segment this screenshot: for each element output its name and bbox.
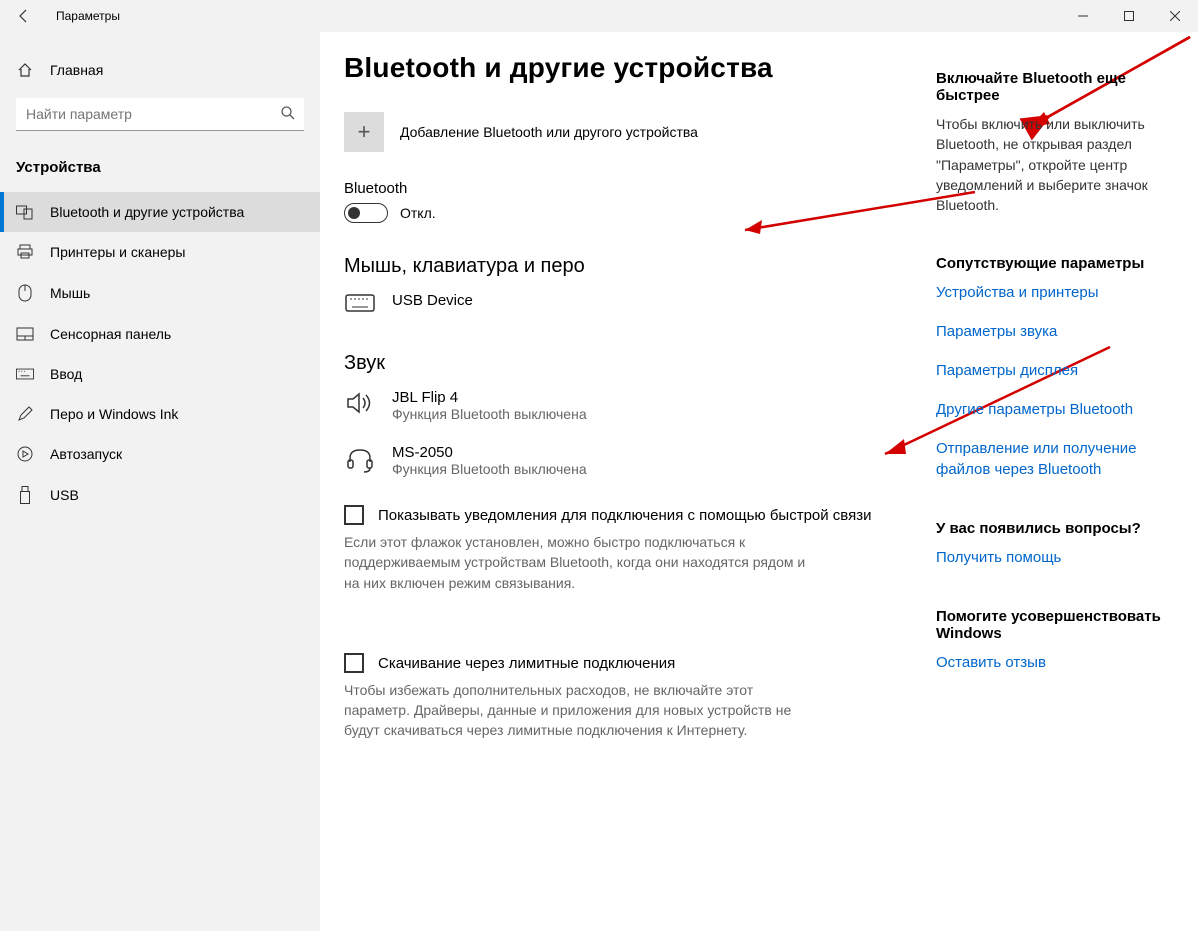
autoplay-icon <box>16 446 34 462</box>
nav-label: Сенсорная панель <box>50 326 171 342</box>
devices-icon <box>16 204 34 220</box>
nav-label: Мышь <box>50 285 90 301</box>
link-more-bluetooth[interactable]: Другие параметры Bluetooth <box>936 399 1180 420</box>
sidebar-item-autoplay[interactable]: Автозапуск <box>0 434 320 474</box>
swift-pair-label: Показывать уведомления для подключения с… <box>378 505 872 526</box>
link-feedback[interactable]: Оставить отзыв <box>936 652 1180 673</box>
device-status: Функция Bluetooth выключена <box>392 406 587 422</box>
sidebar-item-touchpad[interactable]: Сенсорная панель <box>0 314 320 354</box>
sidebar-item-typing[interactable]: Ввод <box>0 354 320 394</box>
questions-heading: У вас появились вопросы? <box>936 520 1180 537</box>
device-name: MS-2050 <box>392 444 587 461</box>
bluetooth-label: Bluetooth <box>344 180 904 197</box>
sidebar-item-usb[interactable]: USB <box>0 474 320 516</box>
sidebar-item-bluetooth[interactable]: Bluetooth и другие устройства <box>0 192 320 232</box>
usb-icon <box>16 486 34 504</box>
swift-pair-help: Если этот флажок установлен, можно быстр… <box>344 532 814 593</box>
keyboard-device-icon <box>344 292 376 312</box>
sidebar-item-mouse[interactable]: Мышь <box>0 272 320 314</box>
device-item[interactable]: JBL Flip 4 Функция Bluetooth выключена <box>344 389 904 422</box>
section-sound-heading: Звук <box>344 352 904 375</box>
device-item[interactable]: USB Device <box>344 292 904 312</box>
printer-icon <box>16 244 34 260</box>
bluetooth-toggle[interactable] <box>344 203 388 223</box>
category-header: Устройства <box>0 151 320 192</box>
close-icon <box>1170 11 1180 21</box>
arrow-left-icon <box>16 8 32 24</box>
nav-label: Bluetooth и другие устройства <box>50 204 244 220</box>
metered-label: Скачивание через лимитные подключения <box>378 653 675 674</box>
link-display[interactable]: Параметры дисплея <box>936 360 1180 381</box>
speaker-icon <box>344 389 376 415</box>
minimize-button[interactable] <box>1060 0 1106 32</box>
add-device-label: Добавление Bluetooth или другого устройс… <box>400 124 698 140</box>
nav-label: Перо и Windows Ink <box>50 406 178 422</box>
swift-pair-checkbox[interactable] <box>344 505 364 525</box>
touchpad-icon <box>16 327 34 341</box>
toggle-state: Откл. <box>400 205 436 221</box>
link-get-help[interactable]: Получить помощь <box>936 547 1180 568</box>
link-send-receive[interactable]: Отправление или получение файлов через B… <box>936 438 1180 480</box>
tip-heading: Включайте Bluetooth еще быстрее <box>936 70 1180 104</box>
titlebar: Параметры <box>0 0 1198 32</box>
sidebar-item-printers[interactable]: Принтеры и сканеры <box>0 232 320 272</box>
back-button[interactable] <box>0 0 48 32</box>
related-heading: Сопутствующие параметры <box>936 255 1180 272</box>
tip-text: Чтобы включить или выключить Bluetooth, … <box>936 114 1180 215</box>
maximize-icon <box>1124 11 1134 21</box>
feedback-heading: Помогите усовершенствовать Windows <box>936 608 1180 642</box>
headset-icon <box>344 444 376 474</box>
nav-label: Принтеры и сканеры <box>50 244 185 260</box>
link-devices-printers[interactable]: Устройства и принтеры <box>936 282 1180 303</box>
page-title: Bluetooth и другие устройства <box>344 52 904 84</box>
plus-icon: + <box>344 112 384 152</box>
device-item[interactable]: MS-2050 Функция Bluetooth выключена <box>344 444 904 477</box>
close-button[interactable] <box>1152 0 1198 32</box>
search-input[interactable] <box>16 98 304 131</box>
keyboard-icon <box>16 368 34 380</box>
add-device-button[interactable]: + Добавление Bluetooth или другого устро… <box>344 112 904 152</box>
device-name: JBL Flip 4 <box>392 389 587 406</box>
section-mouse-heading: Мышь, клавиатура и перо <box>344 255 904 278</box>
device-status: Функция Bluetooth выключена <box>392 461 587 477</box>
maximize-button[interactable] <box>1106 0 1152 32</box>
nav-label: USB <box>50 487 79 503</box>
search-box <box>16 98 304 131</box>
window-title: Параметры <box>48 9 120 23</box>
home-link[interactable]: Главная <box>0 52 320 88</box>
pen-icon <box>16 406 34 422</box>
search-icon <box>280 105 296 124</box>
home-icon <box>16 62 34 78</box>
metered-checkbox[interactable] <box>344 653 364 673</box>
link-sound[interactable]: Параметры звука <box>936 321 1180 342</box>
nav-label: Автозапуск <box>50 446 122 462</box>
sidebar-item-pen[interactable]: Перо и Windows Ink <box>0 394 320 434</box>
side-panel: Включайте Bluetooth еще быстрее Чтобы вк… <box>936 70 1180 713</box>
minimize-icon <box>1078 11 1088 21</box>
sidebar: Главная Устройства Bluetooth и другие ус… <box>0 32 320 931</box>
metered-help: Чтобы избежать дополнительных расходов, … <box>344 680 814 741</box>
nav-label: Ввод <box>50 366 82 382</box>
mouse-icon <box>16 284 34 302</box>
home-label: Главная <box>50 62 103 78</box>
device-name: USB Device <box>392 292 473 309</box>
